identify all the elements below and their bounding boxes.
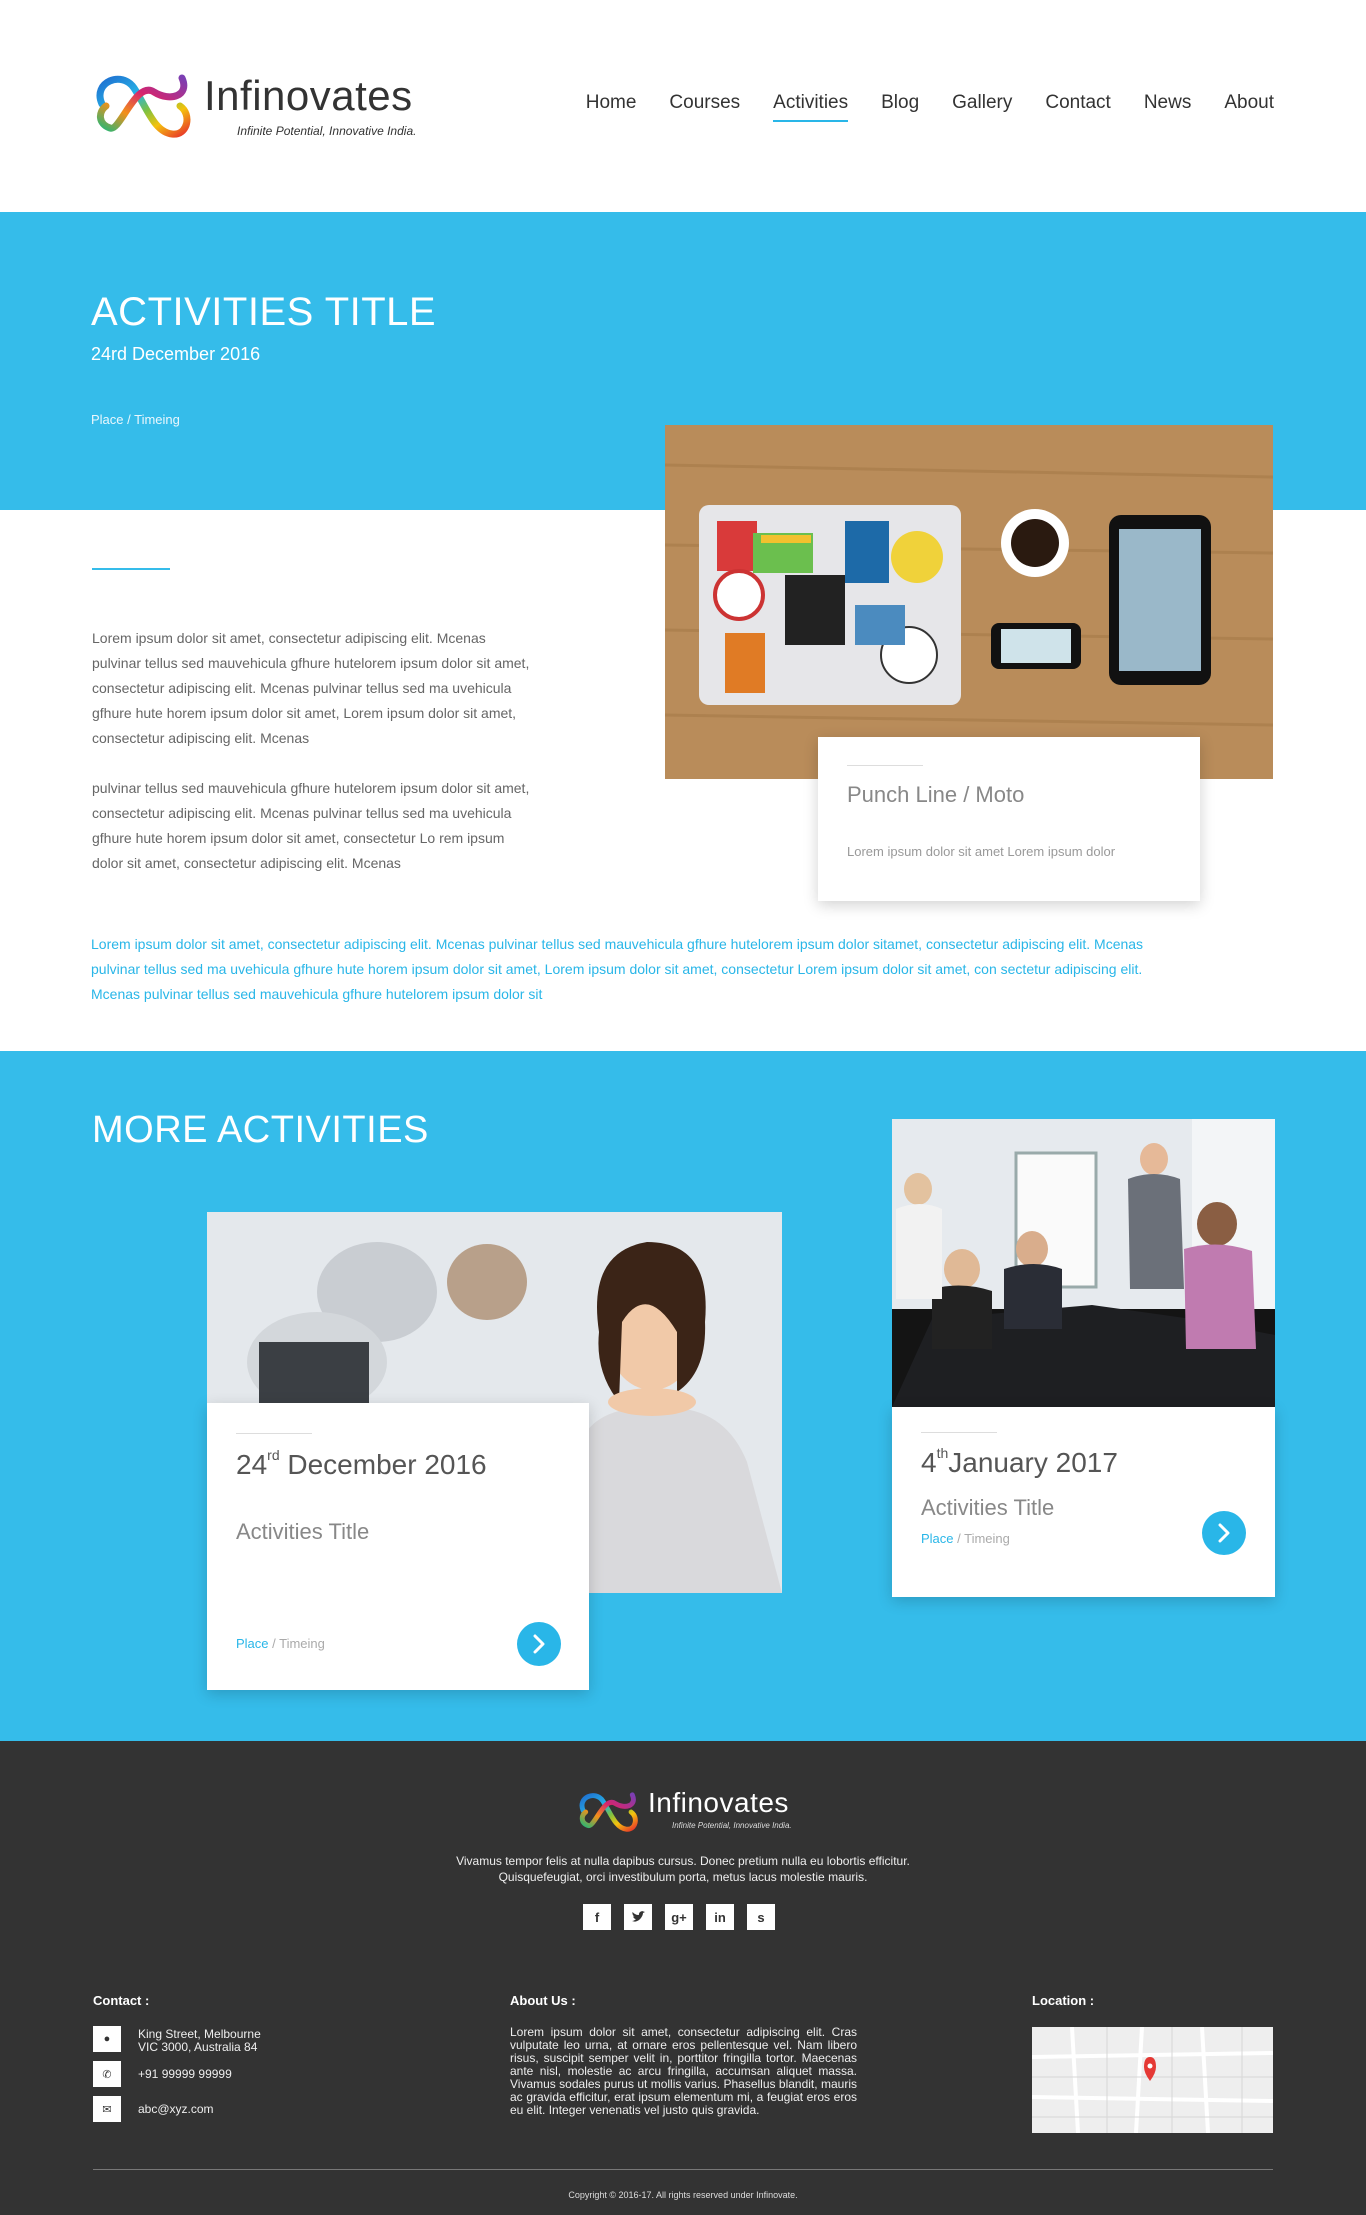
- location-map[interactable]: [1032, 2027, 1273, 2133]
- linkedin-icon[interactable]: in: [706, 1904, 734, 1930]
- nav-news[interactable]: News: [1144, 92, 1192, 122]
- hero-desk-photo: [665, 425, 1273, 779]
- activity-date: 4thJanuary 2017: [921, 1444, 1118, 1479]
- footer-tagline-line1: Vivamus tempor felis at nulla dapibus cu…: [456, 1854, 910, 1868]
- envelope-icon: ✉: [93, 2096, 121, 2122]
- divider: [921, 1432, 997, 1433]
- facebook-icon[interactable]: f: [583, 1904, 611, 1930]
- chevron-right-icon: [533, 1634, 545, 1654]
- contact-address: ● King Street, Melbourne VIC 3000, Austr…: [93, 2026, 261, 2054]
- hero-place-timing: Place / Timeing: [91, 412, 180, 427]
- section-divider: [92, 568, 170, 570]
- date-month-year: December 2016: [279, 1449, 487, 1480]
- infinity-logo-icon: [579, 1792, 638, 1832]
- about-text: Lorem ipsum dolor sit amet, consectetur …: [510, 2025, 857, 2117]
- email-text: abc@xyz.com: [138, 2102, 214, 2116]
- location-heading: Location :: [1032, 1993, 1095, 2008]
- copyright-text: Copyright © 2016-17. All rights reserved…: [568, 2190, 798, 2200]
- google-plus-icon[interactable]: g+: [665, 1904, 693, 1930]
- contact-heading: Contact :: [93, 1993, 150, 2008]
- footer-tagline-line2: Quisquefeugiat, orci investibulum porta,…: [498, 1870, 868, 1884]
- footer-divider: [93, 2169, 1273, 2170]
- activity-title: Activities Title: [236, 1519, 370, 1544]
- street-map-illustration: [1032, 2027, 1273, 2133]
- meeting-illustration: [892, 1119, 1275, 1407]
- site-footer: Infinovates Infinite Potential, Innovati…: [0, 1741, 1366, 2215]
- date-month-year: January 2017: [948, 1447, 1118, 1478]
- address-line-2: VIC 3000, Australia 84: [138, 2040, 258, 2054]
- place-link[interactable]: Place: [236, 1636, 269, 1651]
- footer-brand-tagline: Infinite Potential, Innovative India.: [672, 1821, 792, 1830]
- place-link[interactable]: Place: [921, 1531, 954, 1546]
- brand-name: Infinovates: [204, 72, 413, 119]
- nav-blog[interactable]: Blog: [881, 92, 919, 122]
- punch-line-title: Punch Line / Moto: [847, 782, 1025, 807]
- date-day: 24: [236, 1449, 268, 1480]
- activity-meta: Place / Timeing: [236, 1636, 325, 1651]
- activity-next-button[interactable]: [1202, 1511, 1246, 1555]
- timing-text: / Timeing: [268, 1636, 325, 1651]
- skype-icon[interactable]: s: [747, 1904, 775, 1930]
- body-paragraph-2: pulvinar tellus sed mauvehicula gfhure h…: [92, 780, 530, 871]
- phone-icon: ✆: [93, 2061, 121, 2087]
- contact-email[interactable]: ✉ abc@xyz.com: [93, 2096, 214, 2122]
- nav-about[interactable]: About: [1224, 92, 1274, 122]
- activity-meta: Place / Timeing: [921, 1531, 1010, 1546]
- divider: [236, 1433, 312, 1434]
- activity-card-1[interactable]: 24rd December 2016 Activities Title Plac…: [207, 1403, 589, 1690]
- page-title: ACTIVITIES TITLE: [91, 290, 437, 334]
- twitter-icon[interactable]: [624, 1904, 652, 1930]
- section-title: MORE ACTIVITIES: [92, 1109, 429, 1151]
- hero-date: 24rd December 2016: [91, 344, 261, 364]
- activity-title: Activities Title: [921, 1495, 1055, 1520]
- contact-phone[interactable]: ✆ +91 99999 99999: [93, 2061, 232, 2087]
- punch-line-card: Punch Line / Moto Lorem ipsum dolor sit …: [818, 737, 1200, 901]
- more-activities-section: MORE ACTIVITIES 24rd December 2016 Activ…: [0, 1051, 1366, 1741]
- location-pin-icon: ●: [93, 2026, 121, 2052]
- activity-date: 24rd December 2016: [236, 1446, 487, 1481]
- chevron-right-icon: [1218, 1523, 1230, 1543]
- punch-line-subtitle: Lorem ipsum dolor sit amet Lorem ipsum d…: [847, 844, 1116, 859]
- nav-gallery[interactable]: Gallery: [952, 92, 1012, 122]
- nav-contact[interactable]: Contact: [1045, 92, 1110, 122]
- body-paragraph-1: Lorem ipsum dolor sit amet, consectetur …: [92, 630, 530, 746]
- date-suffix: rd: [267, 1446, 280, 1463]
- date-suffix: th: [936, 1444, 949, 1461]
- address-text: King Street, Melbourne VIC 3000, Austral…: [138, 2026, 261, 2054]
- infinity-logo-icon: [96, 74, 191, 138]
- activity-next-button[interactable]: [517, 1622, 561, 1666]
- divider: [847, 765, 923, 766]
- nav-courses[interactable]: Courses: [669, 92, 740, 122]
- date-day: 4: [921, 1447, 937, 1478]
- about-heading: About Us :: [510, 1993, 576, 2008]
- twitter-bird-icon: [632, 1911, 645, 1922]
- highlight-paragraph: Lorem ipsum dolor sit amet, consectetur …: [91, 936, 1144, 1002]
- phone-text: +91 99999 99999: [138, 2067, 232, 2081]
- nav-activities[interactable]: Activities: [773, 92, 849, 122]
- brand-logo[interactable]: Infinovates Infinite Potential, Innovati…: [92, 62, 422, 152]
- nav-home[interactable]: Home: [586, 92, 637, 122]
- timing-text: / Timeing: [953, 1531, 1010, 1546]
- brand-tagline: Infinite Potential, Innovative India.: [237, 124, 417, 138]
- main-nav: Home Courses Activities Blog Gallery Con…: [553, 92, 1274, 122]
- footer-logo[interactable]: Infinovates Infinite Potential, Innovati…: [576, 1785, 796, 1835]
- activity-card-2[interactable]: 4thJanuary 2017 Activities Title Place /…: [892, 1407, 1275, 1597]
- social-links: f g+ in s: [583, 1904, 775, 1930]
- footer-brand-name: Infinovates: [648, 1787, 789, 1818]
- site-header: Infinovates Infinite Potential, Innovati…: [0, 0, 1366, 212]
- desk-illustration: [665, 425, 1273, 779]
- footer-tagline: Vivamus tempor felis at nulla dapibus cu…: [383, 1853, 983, 1885]
- activity-photo-meeting: [892, 1119, 1275, 1407]
